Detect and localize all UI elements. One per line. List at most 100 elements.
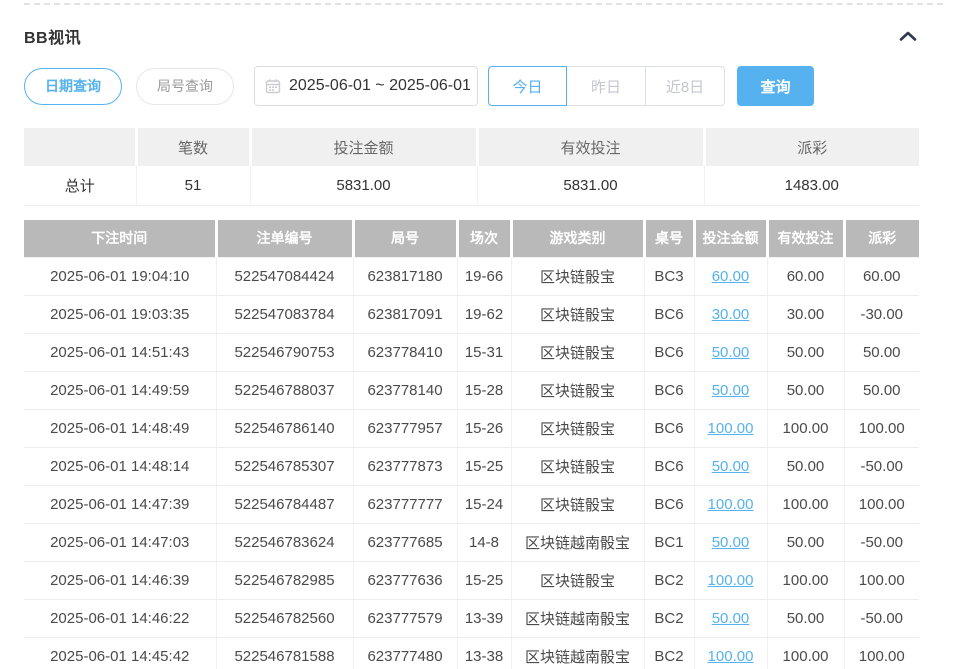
cell-session: 15-24: [457, 485, 511, 523]
cell-table-id: BC2: [644, 599, 694, 637]
bet-amount-link[interactable]: 30.00: [712, 306, 750, 323]
bet-amount-link[interactable]: 100.00: [708, 420, 754, 437]
cell-bet-amount: 100.00: [694, 409, 767, 447]
summary-header-payout: 派彩: [704, 128, 919, 166]
cell-bet-time: 2025-06-01 14:48:49: [24, 409, 216, 447]
bet-amount-link[interactable]: 100.00: [708, 496, 754, 513]
date-range-value: 2025-06-01 ~ 2025-06-01: [289, 77, 471, 95]
cell-session: 19-62: [457, 295, 511, 333]
bet-table-row: 2025-06-01 14:47:39 522546784487 6237777…: [24, 485, 919, 523]
bet-table-body: 2025-06-01 19:04:10 522547084424 6238171…: [24, 257, 919, 669]
col-header-session: 场次: [457, 220, 511, 257]
cell-bet-amount: 50.00: [694, 599, 767, 637]
collapse-panel-button[interactable]: [897, 25, 919, 47]
cell-table-id: BC6: [644, 295, 694, 333]
cell-round-id: 623777636: [353, 561, 457, 599]
filter-bar: 日期查询 局号查询 2025-06-01 ~ 2025-06-01 今日 昨日 …: [24, 66, 814, 106]
quick-range-group: 今日 昨日 近8日: [488, 66, 725, 106]
cell-game-type: 区块链骰宝: [511, 257, 644, 295]
cell-payout: 60.00: [844, 257, 919, 295]
cell-bet-time: 2025-06-01 19:04:10: [24, 257, 216, 295]
cell-round-id: 623777873: [353, 447, 457, 485]
bet-table-row: 2025-06-01 19:03:35 522547083784 6238170…: [24, 295, 919, 333]
cell-game-type: 区块链骰宝: [511, 371, 644, 409]
bet-amount-link[interactable]: 50.00: [712, 610, 750, 627]
date-query-tab[interactable]: 日期查询: [24, 68, 122, 105]
cell-bet-id: 522546783624: [216, 523, 353, 561]
cell-game-type: 区块链骰宝: [511, 295, 644, 333]
cell-round-id: 623777777: [353, 485, 457, 523]
bet-amount-link[interactable]: 50.00: [712, 382, 750, 399]
summary-total-payout: 1483.00: [704, 166, 919, 205]
quick-range-last8[interactable]: 近8日: [646, 66, 725, 106]
cell-valid-bet: 50.00: [767, 599, 844, 637]
col-header-bet-time: 下注时间: [24, 220, 216, 257]
bet-amount-link[interactable]: 50.00: [712, 344, 750, 361]
cell-bet-id: 522546785307: [216, 447, 353, 485]
summary-table: 笔数 投注金额 有效投注 派彩 总计 51 5831.00 5831.00 14…: [24, 128, 919, 206]
bet-amount-link[interactable]: 100.00: [708, 648, 754, 665]
query-button[interactable]: 查询: [737, 66, 814, 106]
cell-game-type: 区块链越南骰宝: [511, 523, 644, 561]
cell-valid-bet: 100.00: [767, 409, 844, 447]
cell-bet-amount: 50.00: [694, 447, 767, 485]
cell-table-id: BC6: [644, 485, 694, 523]
col-header-table-id: 桌号: [644, 220, 694, 257]
cell-payout: -50.00: [844, 599, 919, 637]
cell-bet-amount: 60.00: [694, 257, 767, 295]
cell-bet-id: 522547083784: [216, 295, 353, 333]
cell-payout: 100.00: [844, 409, 919, 447]
date-range-input[interactable]: 2025-06-01 ~ 2025-06-01: [254, 66, 478, 106]
cell-bet-time: 2025-06-01 14:46:22: [24, 599, 216, 637]
cell-payout: 100.00: [844, 637, 919, 669]
cell-bet-amount: 50.00: [694, 523, 767, 561]
cell-bet-time: 2025-06-01 14:47:03: [24, 523, 216, 561]
summary-total-valid-bet: 5831.00: [477, 166, 704, 205]
bet-table-header-row: 下注时间 注单编号 局号 场次 游戏类别 桌号 投注金额 有效投注 派彩: [24, 220, 919, 257]
cell-table-id: BC2: [644, 637, 694, 669]
bet-table-row: 2025-06-01 14:46:39 522546782985 6237776…: [24, 561, 919, 599]
cell-table-id: BC6: [644, 409, 694, 447]
cell-valid-bet: 60.00: [767, 257, 844, 295]
bet-amount-link[interactable]: 100.00: [708, 572, 754, 589]
bet-amount-link[interactable]: 60.00: [712, 268, 750, 285]
cell-bet-time: 2025-06-01 14:51:43: [24, 333, 216, 371]
bet-table-row: 2025-06-01 14:47:03 522546783624 6237776…: [24, 523, 919, 561]
cell-bet-id: 522546790753: [216, 333, 353, 371]
cell-bet-id: 522546782985: [216, 561, 353, 599]
bet-table-row: 2025-06-01 14:48:14 522546785307 6237778…: [24, 447, 919, 485]
cell-session: 15-26: [457, 409, 511, 447]
cell-valid-bet: 50.00: [767, 523, 844, 561]
cell-table-id: BC6: [644, 447, 694, 485]
cell-table-id: BC6: [644, 333, 694, 371]
cell-payout: 50.00: [844, 333, 919, 371]
cell-game-type: 区块链骰宝: [511, 409, 644, 447]
bet-table-row: 2025-06-01 14:49:59 522546788037 6237781…: [24, 371, 919, 409]
cell-session: 15-25: [457, 447, 511, 485]
cell-game-type: 区块链越南骰宝: [511, 599, 644, 637]
bet-table-row: 2025-06-01 14:51:43 522546790753 6237784…: [24, 333, 919, 371]
cell-round-id: 623777579: [353, 599, 457, 637]
cell-valid-bet: 50.00: [767, 333, 844, 371]
cell-bet-amount: 50.00: [694, 333, 767, 371]
cell-session: 13-38: [457, 637, 511, 669]
cell-bet-id: 522547084424: [216, 257, 353, 295]
cell-game-type: 区块链骰宝: [511, 561, 644, 599]
cell-bet-id: 522546781588: [216, 637, 353, 669]
cell-table-id: BC2: [644, 561, 694, 599]
bet-amount-link[interactable]: 50.00: [712, 534, 750, 551]
round-query-tab[interactable]: 局号查询: [136, 68, 234, 105]
quick-range-today[interactable]: 今日: [488, 66, 567, 106]
cell-bet-amount: 30.00: [694, 295, 767, 333]
cell-session: 13-39: [457, 599, 511, 637]
cell-bet-id: 522546788037: [216, 371, 353, 409]
quick-range-yesterday[interactable]: 昨日: [567, 66, 646, 106]
cell-bet-time: 2025-06-01 14:47:39: [24, 485, 216, 523]
cell-round-id: 623778410: [353, 333, 457, 371]
cell-session: 15-31: [457, 333, 511, 371]
col-header-bet-id: 注单编号: [216, 220, 353, 257]
bet-amount-link[interactable]: 50.00: [712, 458, 750, 475]
col-header-valid-bet: 有效投注: [767, 220, 844, 257]
cell-valid-bet: 30.00: [767, 295, 844, 333]
bet-table-row: 2025-06-01 14:45:42 522546781588 6237774…: [24, 637, 919, 669]
